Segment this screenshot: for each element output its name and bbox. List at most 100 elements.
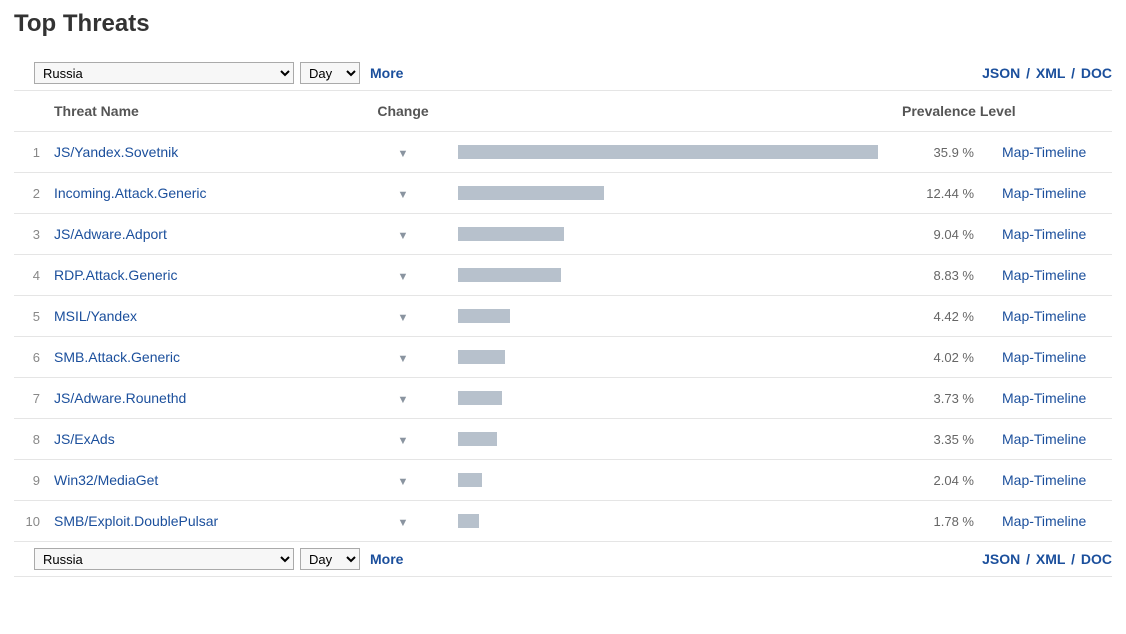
export-sep: / [1026,551,1030,567]
bar-track [458,432,878,446]
change-cell: ▼ [348,472,458,488]
export-sep: / [1026,65,1030,81]
prevalence-pct-cell: 8.83 % [902,268,1002,283]
map-timeline-link[interactable]: Map-Timeline [1002,472,1086,488]
export-doc-link-bottom[interactable]: DOC [1081,551,1112,567]
prevalence-bar-cell [458,473,902,487]
rank-cell: 7 [14,391,48,406]
change-cell: ▼ [348,513,458,529]
prevalence-pct-cell: 9.04 % [902,227,1002,242]
threat-name-link[interactable]: JS/ExAds [54,431,115,447]
bar-fill [458,391,502,405]
bar-track [458,227,878,241]
threat-name-cell: SMB.Attack.Generic [48,349,348,365]
caret-down-icon: ▼ [398,312,409,324]
caret-down-icon: ▼ [398,353,409,365]
change-cell: ▼ [348,144,458,160]
map-timeline-cell: Map-Timeline [1002,144,1112,160]
threat-name-link[interactable]: SMB/Exploit.DoublePulsar [54,513,218,529]
threat-name-cell: JS/Yandex.Sovetnik [48,144,348,160]
table-row: 5MSIL/Yandex▼4.42 %Map-Timeline [14,295,1112,336]
toolbar-top: Russia Day More JSON / XML / DOC [14,56,1112,90]
threat-name-cell: RDP.Attack.Generic [48,267,348,283]
more-link[interactable]: More [370,65,403,81]
bar-track [458,309,878,323]
export-links-bottom: JSON / XML / DOC [982,551,1112,567]
period-select[interactable]: Day [300,62,360,84]
map-timeline-link[interactable]: Map-Timeline [1002,226,1086,242]
caret-down-icon: ▼ [398,435,409,447]
map-timeline-cell: Map-Timeline [1002,390,1112,406]
map-timeline-cell: Map-Timeline [1002,226,1112,242]
table-row: 2Incoming.Attack.Generic▼12.44 %Map-Time… [14,172,1112,213]
country-select-bottom[interactable]: Russia [34,548,294,570]
threat-name-link[interactable]: MSIL/Yandex [54,308,137,324]
change-cell: ▼ [348,308,458,324]
change-cell: ▼ [348,267,458,283]
bar-track [458,391,878,405]
bar-track [458,268,878,282]
export-xml-link-bottom[interactable]: XML [1036,551,1065,567]
threat-name-link[interactable]: Incoming.Attack.Generic [54,185,207,201]
caret-down-icon: ▼ [398,189,409,201]
rank-cell: 4 [14,268,48,283]
map-timeline-cell: Map-Timeline [1002,513,1112,529]
threat-name-link[interactable]: SMB.Attack.Generic [54,349,180,365]
export-json-link-bottom[interactable]: JSON [982,551,1020,567]
map-timeline-link[interactable]: Map-Timeline [1002,349,1086,365]
bar-fill [458,186,604,200]
map-timeline-link[interactable]: Map-Timeline [1002,308,1086,324]
threat-name-link[interactable]: JS/Adware.Rounethd [54,390,186,406]
bar-fill [458,227,564,241]
prevalence-bar-cell [458,145,902,159]
threat-name-link[interactable]: Win32/MediaGet [54,472,158,488]
caret-down-icon: ▼ [398,476,409,488]
map-timeline-cell: Map-Timeline [1002,308,1112,324]
export-links-top: JSON / XML / DOC [982,65,1112,81]
caret-down-icon: ▼ [398,517,409,529]
prevalence-pct-cell: 35.9 % [902,145,1002,160]
bar-track [458,473,878,487]
change-cell: ▼ [348,431,458,447]
rank-cell: 3 [14,227,48,242]
caret-down-icon: ▼ [398,148,409,160]
map-timeline-link[interactable]: Map-Timeline [1002,390,1086,406]
map-timeline-link[interactable]: Map-Timeline [1002,431,1086,447]
threat-name-cell: MSIL/Yandex [48,308,348,324]
more-link-bottom[interactable]: More [370,551,403,567]
threat-name-cell: JS/Adware.Rounethd [48,390,348,406]
prevalence-bar-cell [458,186,902,200]
period-select-bottom[interactable]: Day [300,548,360,570]
prevalence-bar-cell [458,350,902,364]
threat-name-cell: SMB/Exploit.DoublePulsar [48,513,348,529]
threat-name-cell: Incoming.Attack.Generic [48,185,348,201]
threat-name-link[interactable]: RDP.Attack.Generic [54,267,177,283]
export-sep: / [1071,551,1075,567]
threat-name-link[interactable]: JS/Yandex.Sovetnik [54,144,178,160]
change-cell: ▼ [348,185,458,201]
export-xml-link[interactable]: XML [1036,65,1065,81]
prevalence-pct-cell: 4.42 % [902,309,1002,324]
table-row: 6SMB.Attack.Generic▼4.02 %Map-Timeline [14,336,1112,377]
rank-cell: 2 [14,186,48,201]
threat-name-link[interactable]: JS/Adware.Adport [54,226,167,242]
map-timeline-link[interactable]: Map-Timeline [1002,513,1086,529]
threat-name-cell: JS/ExAds [48,431,348,447]
table-row: 3JS/Adware.Adport▼9.04 %Map-Timeline [14,213,1112,254]
country-select[interactable]: Russia [34,62,294,84]
caret-down-icon: ▼ [398,394,409,406]
export-doc-link[interactable]: DOC [1081,65,1112,81]
map-timeline-link[interactable]: Map-Timeline [1002,144,1086,160]
export-sep: / [1071,65,1075,81]
bar-track [458,514,878,528]
export-json-link[interactable]: JSON [982,65,1020,81]
change-cell: ▼ [348,390,458,406]
table-row: 4 RDP.Attack.Generic ▼ 8.83 %Map-Timeline [14,254,1112,295]
map-timeline-link[interactable]: Map-Timeline [1002,267,1086,283]
threat-name-cell: Win32/MediaGet [48,472,348,488]
map-timeline-cell: Map-Timeline [1002,349,1112,365]
map-timeline-link[interactable]: Map-Timeline [1002,185,1086,201]
prevalence-bar-cell [458,514,902,528]
rank-cell: 1 [14,145,48,160]
rank-cell: 10 [14,514,48,529]
